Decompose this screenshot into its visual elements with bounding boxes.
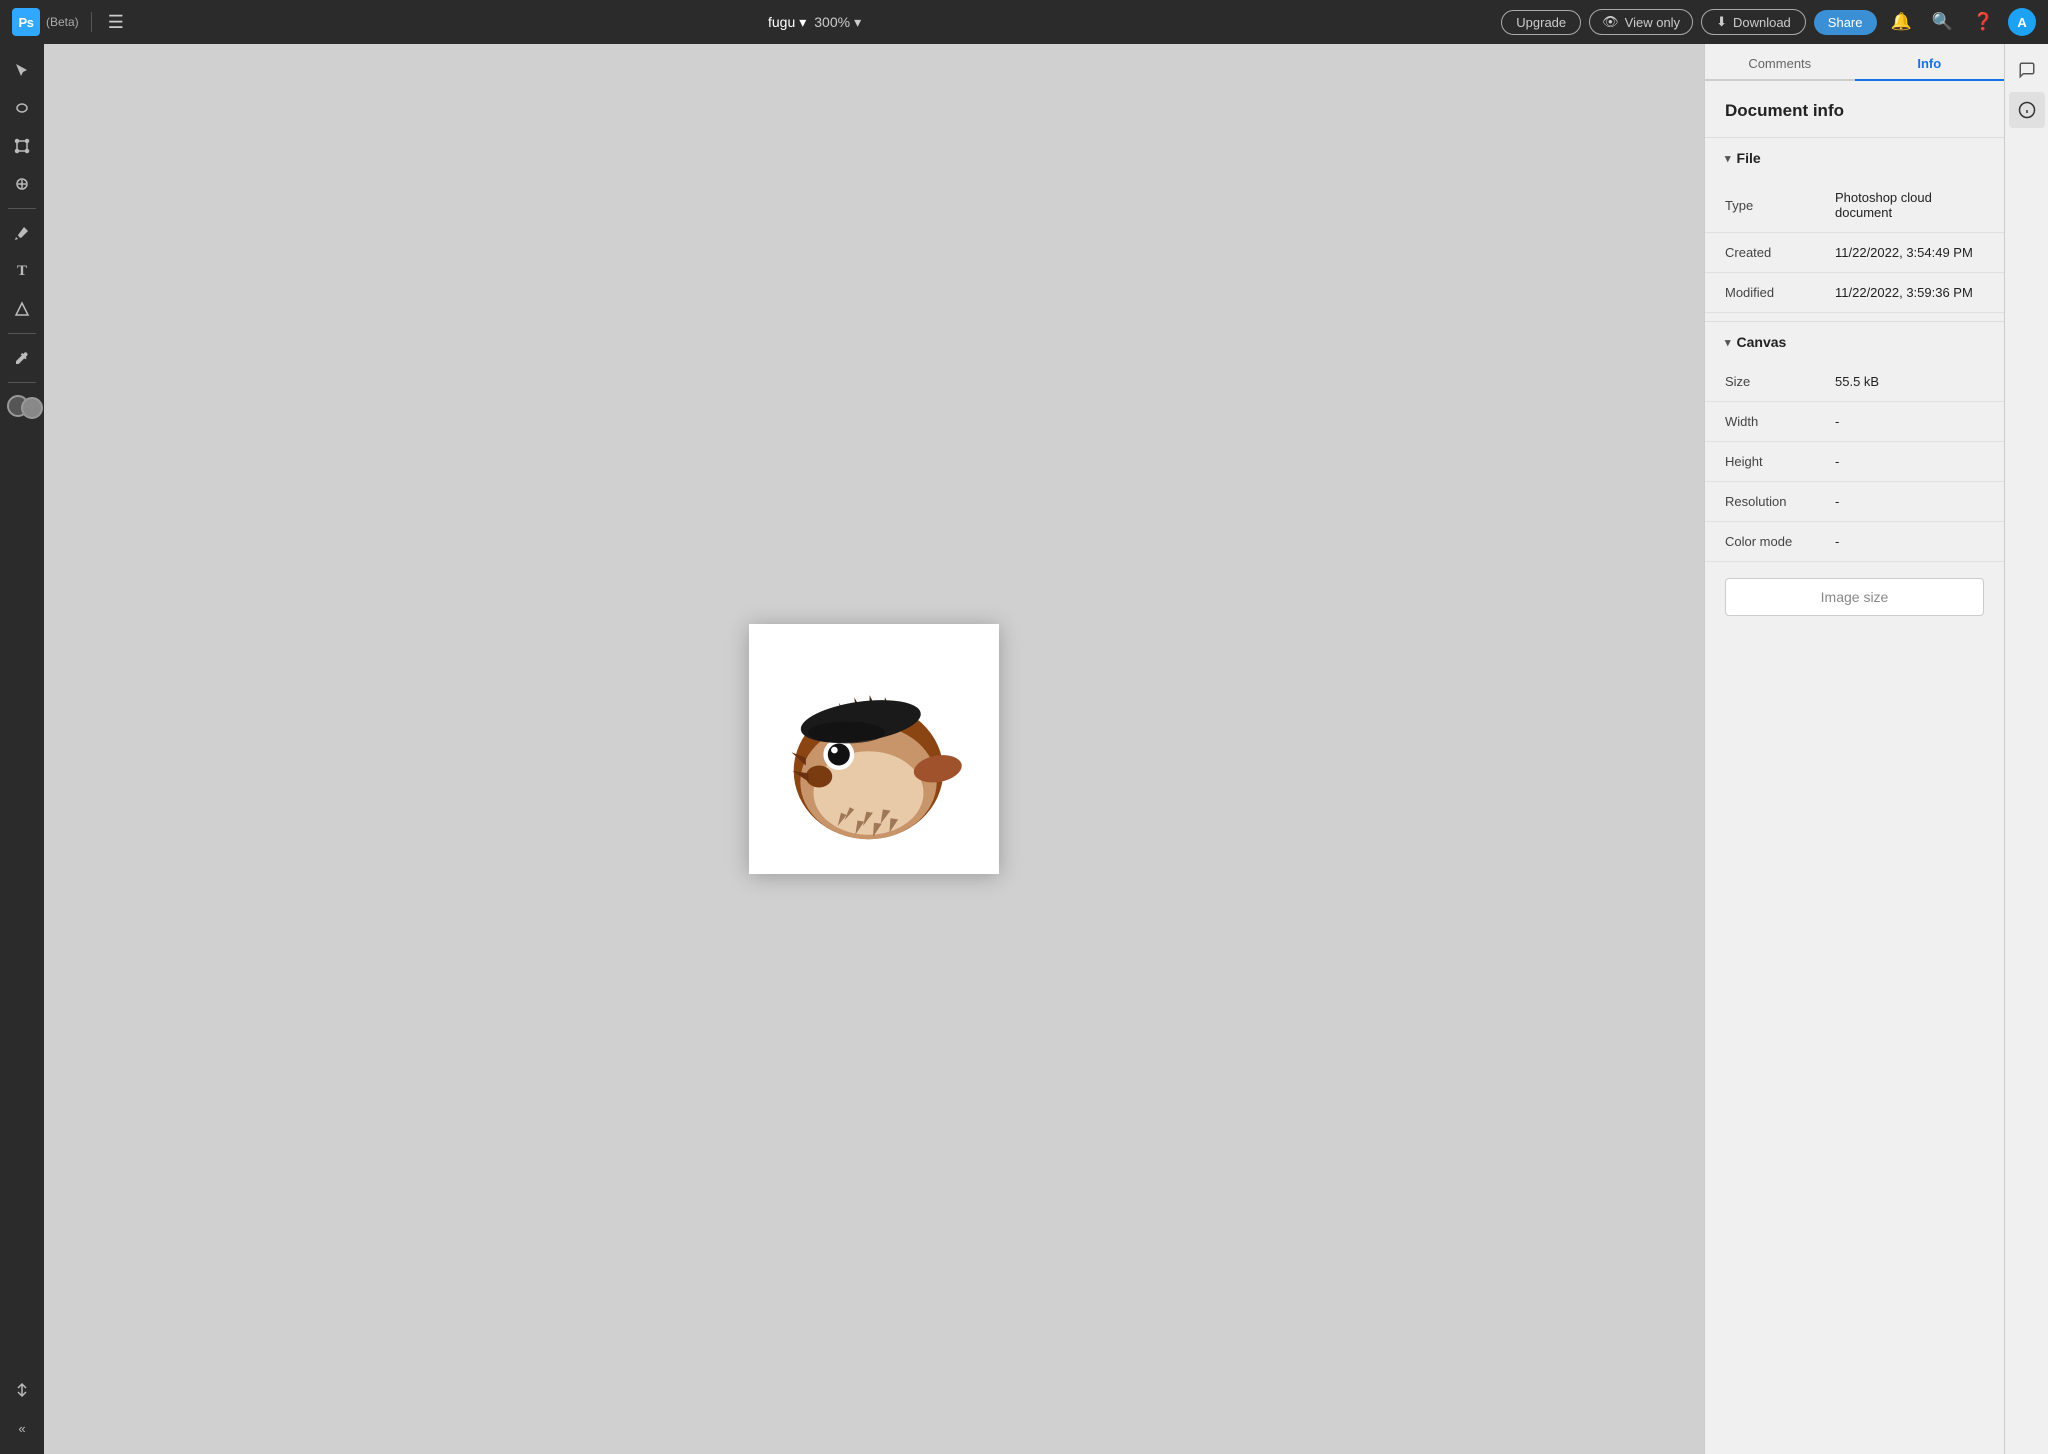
text-tool-button[interactable]: T — [4, 253, 40, 289]
tool-separator2 — [8, 333, 36, 334]
download-button[interactable]: ⬇ Download — [1701, 9, 1806, 35]
eyedropper-tool-button[interactable] — [4, 340, 40, 376]
collapse-toolbar-button[interactable]: « — [4, 1410, 40, 1446]
help-button[interactable]: ❓ — [1967, 8, 2000, 36]
size-value: 55.5 kB — [1835, 374, 1984, 389]
type-value: Photoshop cloud document — [1835, 190, 1984, 220]
canvas-image — [749, 624, 999, 874]
resolution-value: - — [1835, 494, 1984, 509]
created-row: Created 11/22/2022, 3:54:49 PM — [1705, 233, 2004, 273]
doc-info-section: Document info — [1705, 81, 2004, 137]
lasso-tool-button[interactable] — [4, 90, 40, 126]
far-right-sidebar — [2004, 44, 2048, 1454]
file-chevron-icon: ▾ — [1725, 152, 1731, 165]
type-label: Type — [1725, 198, 1835, 213]
canvas-section-label: Canvas — [1737, 334, 1787, 350]
background-color[interactable] — [21, 397, 43, 419]
width-label: Width — [1725, 414, 1835, 429]
upgrade-button[interactable]: Upgrade — [1501, 10, 1581, 35]
tab-comments[interactable]: Comments — [1705, 48, 1855, 81]
ps-logo: Ps — [12, 8, 40, 36]
right-side: Comments Info Document info ▾ File Type … — [1704, 44, 2048, 1454]
panel-tab-bar: Comments Info — [1705, 44, 2004, 81]
size-label: Size — [1725, 374, 1835, 389]
shape-tool-button[interactable] — [4, 291, 40, 327]
notifications-button[interactable]: 🔔 — [1885, 8, 1918, 36]
resolution-row: Resolution - — [1705, 482, 2004, 522]
doc-info-title: Document info — [1725, 101, 1984, 121]
transform-tool-button[interactable] — [4, 128, 40, 164]
fugu-artwork — [764, 639, 984, 859]
comment-panel-button[interactable] — [2009, 52, 2045, 88]
canvas-section-header[interactable]: ▾ Canvas — [1705, 321, 2004, 362]
left-toolbar: T « — [0, 44, 44, 1454]
hamburger-button[interactable]: ☰ — [104, 8, 128, 37]
tab-info[interactable]: Info — [1855, 48, 2005, 81]
beta-label: (Beta) — [46, 15, 79, 29]
topbar: Ps (Beta) ☰ fugu ▾ 300% ▾ Upgrade 👁 View… — [0, 0, 2048, 44]
file-section-label: File — [1737, 150, 1761, 166]
info-panel-button[interactable] — [2009, 92, 2045, 128]
help-icon: ❓ — [1973, 12, 1994, 31]
width-row: Width - — [1705, 402, 2004, 442]
modified-row: Modified 11/22/2022, 3:59:36 PM — [1705, 273, 2004, 313]
download-label: Download — [1733, 15, 1791, 30]
eye-icon: 👁 — [1602, 14, 1619, 30]
modified-label: Modified — [1725, 285, 1835, 300]
zoom-button[interactable]: 300% ▾ — [814, 14, 861, 31]
view-only-button[interactable]: 👁 View only — [1589, 9, 1693, 35]
avatar[interactable]: A — [2008, 8, 2036, 36]
width-value: - — [1835, 414, 1984, 429]
file-section-header[interactable]: ▾ File — [1705, 137, 2004, 178]
search-icon: 🔍 — [1932, 12, 1953, 31]
colormode-value: - — [1835, 534, 1984, 549]
zoom-chevron-icon: ▾ — [854, 14, 861, 31]
view-only-label: View only — [1625, 15, 1680, 30]
colormode-row: Color mode - — [1705, 522, 2004, 562]
filename-label: fugu — [768, 14, 795, 30]
app-logo-area: Ps (Beta) — [12, 8, 79, 36]
filename-chevron-icon: ▾ — [799, 14, 806, 31]
topbar-divider1 — [91, 12, 92, 32]
brush-tool-button[interactable] — [4, 215, 40, 251]
text-tool-icon: T — [17, 263, 27, 280]
main-layout: T « — [0, 44, 2048, 1454]
height-label: Height — [1725, 454, 1835, 469]
zoom-area: 300% ▾ — [814, 14, 861, 31]
search-button[interactable]: 🔍 — [1926, 8, 1959, 36]
canvas-area[interactable] — [44, 44, 1704, 1454]
zoom-level: 300% — [814, 14, 850, 30]
share-button[interactable]: Share — [1814, 10, 1877, 35]
size-row: Size 55.5 kB — [1705, 362, 2004, 402]
height-value: - — [1835, 454, 1984, 469]
type-row: Type Photoshop cloud document — [1705, 178, 2004, 233]
modified-value: 11/22/2022, 3:59:36 PM — [1835, 285, 1984, 300]
heal-tool-button[interactable] — [4, 166, 40, 202]
color-pair — [7, 395, 37, 425]
canvas-chevron-icon: ▾ — [1725, 336, 1731, 349]
bell-icon: 🔔 — [1891, 12, 1912, 31]
scroll-tool-button[interactable] — [4, 1372, 40, 1408]
download-icon: ⬇ — [1716, 14, 1727, 30]
created-label: Created — [1725, 245, 1835, 260]
tool-separator1 — [8, 208, 36, 209]
height-row: Height - — [1705, 442, 2004, 482]
image-size-button[interactable]: Image size — [1725, 578, 1984, 616]
filename-button[interactable]: fugu ▾ — [768, 14, 806, 31]
select-tool-button[interactable] — [4, 52, 40, 88]
collapse-icon: « — [18, 1421, 25, 1436]
filename-area: fugu ▾ — [768, 14, 806, 31]
colormode-label: Color mode — [1725, 534, 1835, 549]
tool-separator3 — [8, 382, 36, 383]
right-panel: Comments Info Document info ▾ File Type … — [1704, 44, 2004, 1454]
created-value: 11/22/2022, 3:54:49 PM — [1835, 245, 1984, 260]
resolution-label: Resolution — [1725, 494, 1835, 509]
